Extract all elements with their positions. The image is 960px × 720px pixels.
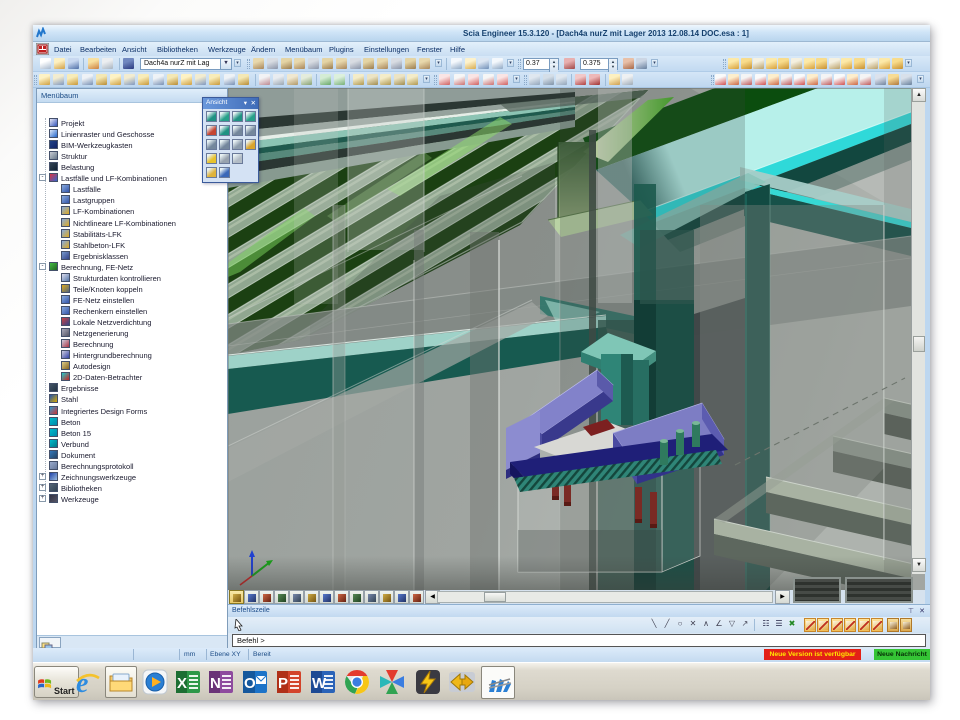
svg-text:X: X: [177, 675, 187, 692]
svg-text:N: N: [210, 675, 221, 692]
svg-text:O: O: [244, 675, 256, 692]
svg-text:P: P: [278, 675, 288, 692]
svg-text:e: e: [76, 668, 88, 696]
